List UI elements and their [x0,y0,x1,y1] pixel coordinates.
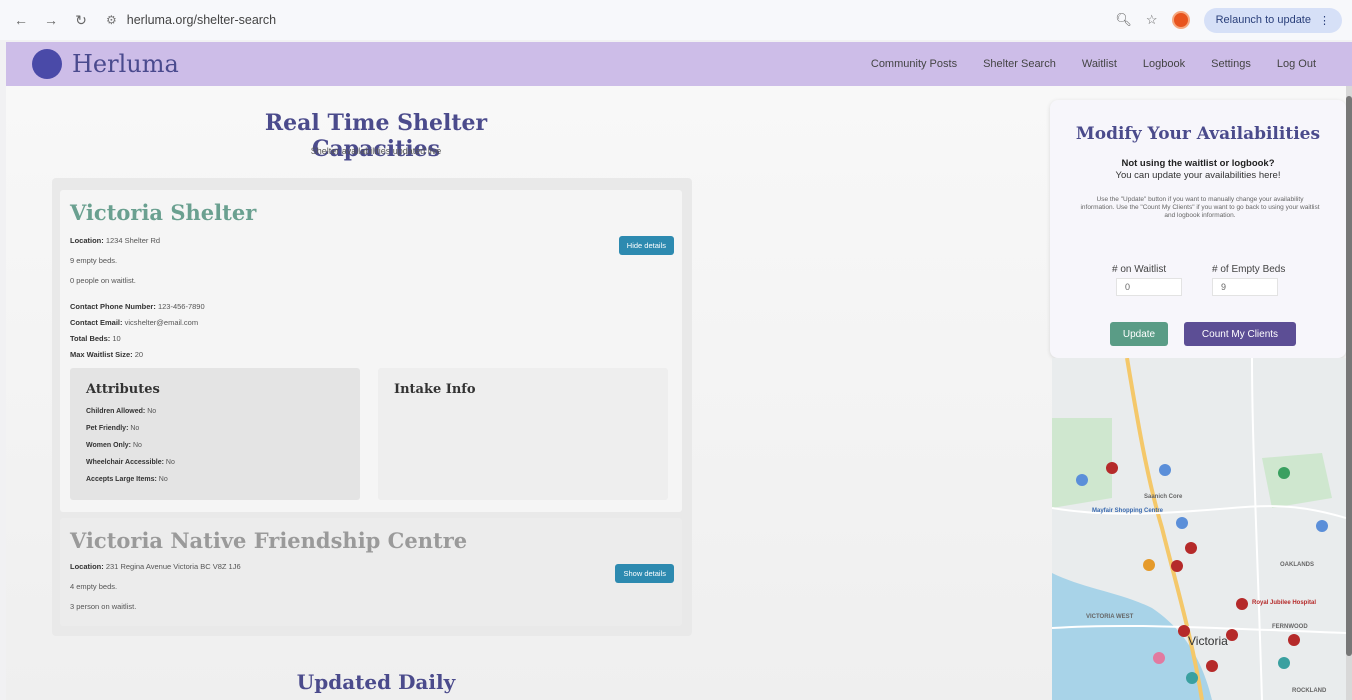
shelter-list[interactable]: Victoria Shelter Location: 1234 Shelter … [52,178,692,636]
browser-toolbar: ← → ↻ ⚙ herluma.org/shelter-search 🔍︎ ☆ … [0,0,1352,40]
shelter-name: Victoria Shelter [70,200,257,225]
map-pin-place [1186,672,1198,684]
map-pin-shelter [1236,598,1248,610]
intake-info-title: Intake Info [394,382,476,397]
attributes-panel: Attributes Children Allowed: No Pet Frie… [70,368,360,500]
map-pin-place [1143,559,1155,571]
map-label: Saanich Core [1144,494,1183,500]
shelter-phone: Contact Phone Number: 123-456-7890 [70,302,205,311]
map-pin-shelter [1288,634,1300,646]
profile-avatar[interactable] [1171,11,1190,29]
map-pin-shelter [1185,542,1197,554]
logo-icon[interactable] [32,49,62,79]
nav-logbook[interactable]: Logbook [1143,58,1185,70]
update-button[interactable]: Update [1110,322,1168,346]
map-label: Victoria [1188,634,1228,648]
kebab-menu-icon[interactable]: ⋮ [1319,14,1330,27]
address-bar[interactable]: ⚙ herluma.org/shelter-search [106,6,1115,34]
map-pin-park [1278,467,1290,479]
nav-community-posts[interactable]: Community Posts [871,58,957,70]
shelter-waitlist: 0 people on waitlist. [70,276,136,285]
shelter-location: Location: 1234 Shelter Rd [70,236,161,245]
zoom-icon[interactable]: 🔍︎ [1115,12,1132,28]
map-park [1262,453,1332,508]
nav-waitlist[interactable]: Waitlist [1082,58,1117,70]
page-scrollbar[interactable] [1346,86,1352,700]
shelter-total-beds: Total Beds: 10 [70,334,121,343]
attribute-pets: Pet Friendly: No [86,425,140,432]
availability-description: Use the "Update" button if you want to m… [1080,196,1320,220]
attribute-children: Children Allowed: No [86,408,157,415]
shelter-max-waitlist: Max Waitlist Size: 20 [70,350,144,359]
map-pin-shelter [1171,560,1183,572]
map-pin-shelter [1106,462,1118,474]
map-pin-shelter [1206,660,1218,672]
attributes-title: Attributes [86,382,160,397]
show-details-button[interactable]: Show details [615,564,674,583]
availability-title: Modify Your Availabilities [1075,124,1321,144]
map-label: OAKLANDS [1280,562,1314,568]
attribute-large-items: Accepts Large Items: No [86,476,168,483]
nav-log-out[interactable]: Log Out [1277,58,1316,70]
shelter-name: Victoria Native Friendship Centre [70,528,468,553]
map-label: Royal Jubilee Hospital [1252,600,1317,606]
relaunch-button[interactable]: Relaunch to update ⋮ [1203,7,1342,33]
map-label: FERNWOOD [1272,624,1308,630]
nav-settings[interactable]: Settings [1211,58,1251,70]
map-pin-place [1159,464,1171,476]
shelter-map[interactable]: Saanich Core Mayfair Shopping Centre OAK… [1052,358,1346,700]
map-pin-place [1316,520,1328,532]
shelter-email: Contact Email: vicshelter@email.com [70,318,199,327]
updated-daily-title: Updated Daily [296,670,456,694]
shelter-waitlist: 3 person on waitlist. [70,602,137,611]
bookmark-star-icon[interactable]: ☆ [1146,12,1158,28]
intake-info-panel: Intake Info [378,368,668,500]
back-icon[interactable]: ← [10,9,32,31]
map-pin-place [1278,657,1290,669]
map-label: Mayfair Shopping Centre [1092,508,1164,514]
reload-icon[interactable]: ↻ [70,9,92,31]
url-text: herluma.org/shelter-search [126,13,277,27]
nav-shelter-search[interactable]: Shelter Search [983,58,1056,70]
shelter-beds: 9 empty beds. [70,256,118,265]
attribute-wheelchair: Wheelchair Accessible: No [86,459,175,466]
scrollbar-thumb[interactable] [1346,96,1352,656]
map-pin-place [1076,474,1088,486]
shelter-card: Victoria Native Friendship Centre Locati… [60,518,682,626]
relaunch-label: Relaunch to update [1215,14,1311,26]
forward-icon[interactable]: → [40,9,62,31]
page-subtitle: Shelter availabilities updated live [310,146,442,156]
map-pin-place [1176,517,1188,529]
availability-question: Not using the waitlist or logbook? [1121,158,1275,169]
waitlist-count-input[interactable] [1116,278,1182,296]
app-header: Herluma Community Posts Shelter Search W… [6,42,1352,86]
site-info-icon[interactable]: ⚙ [106,13,117,27]
shelter-location: Location: 231 Regina Avenue Victoria BC … [70,562,241,571]
map-label: ROCKLAND [1292,688,1327,694]
shelter-card: Victoria Shelter Location: 1234 Shelter … [60,190,682,512]
attribute-women-only: Women Only: No [86,442,142,449]
map-park [1052,418,1112,508]
main-nav: Community Posts Shelter Search Waitlist … [871,42,1316,86]
shelter-beds: 4 empty beds. [70,582,118,591]
availability-panel: Modify Your Availabilities Not using the… [1050,100,1346,358]
empty-beds-input[interactable] [1212,278,1278,296]
map-label: VICTORIA WEST [1086,614,1134,620]
hide-details-button[interactable]: Hide details [618,236,674,255]
map-graphic [1052,358,1346,700]
count-my-clients-button[interactable]: Count My Clients [1184,322,1296,346]
logo-text[interactable]: Herluma [72,50,179,78]
map-pin-place [1153,652,1165,664]
empty-beds-label: # of Empty Beds [1212,264,1286,275]
availability-question-sub: You can update your availabilities here! [1115,170,1281,181]
waitlist-count-label: # on Waitlist [1112,264,1167,275]
